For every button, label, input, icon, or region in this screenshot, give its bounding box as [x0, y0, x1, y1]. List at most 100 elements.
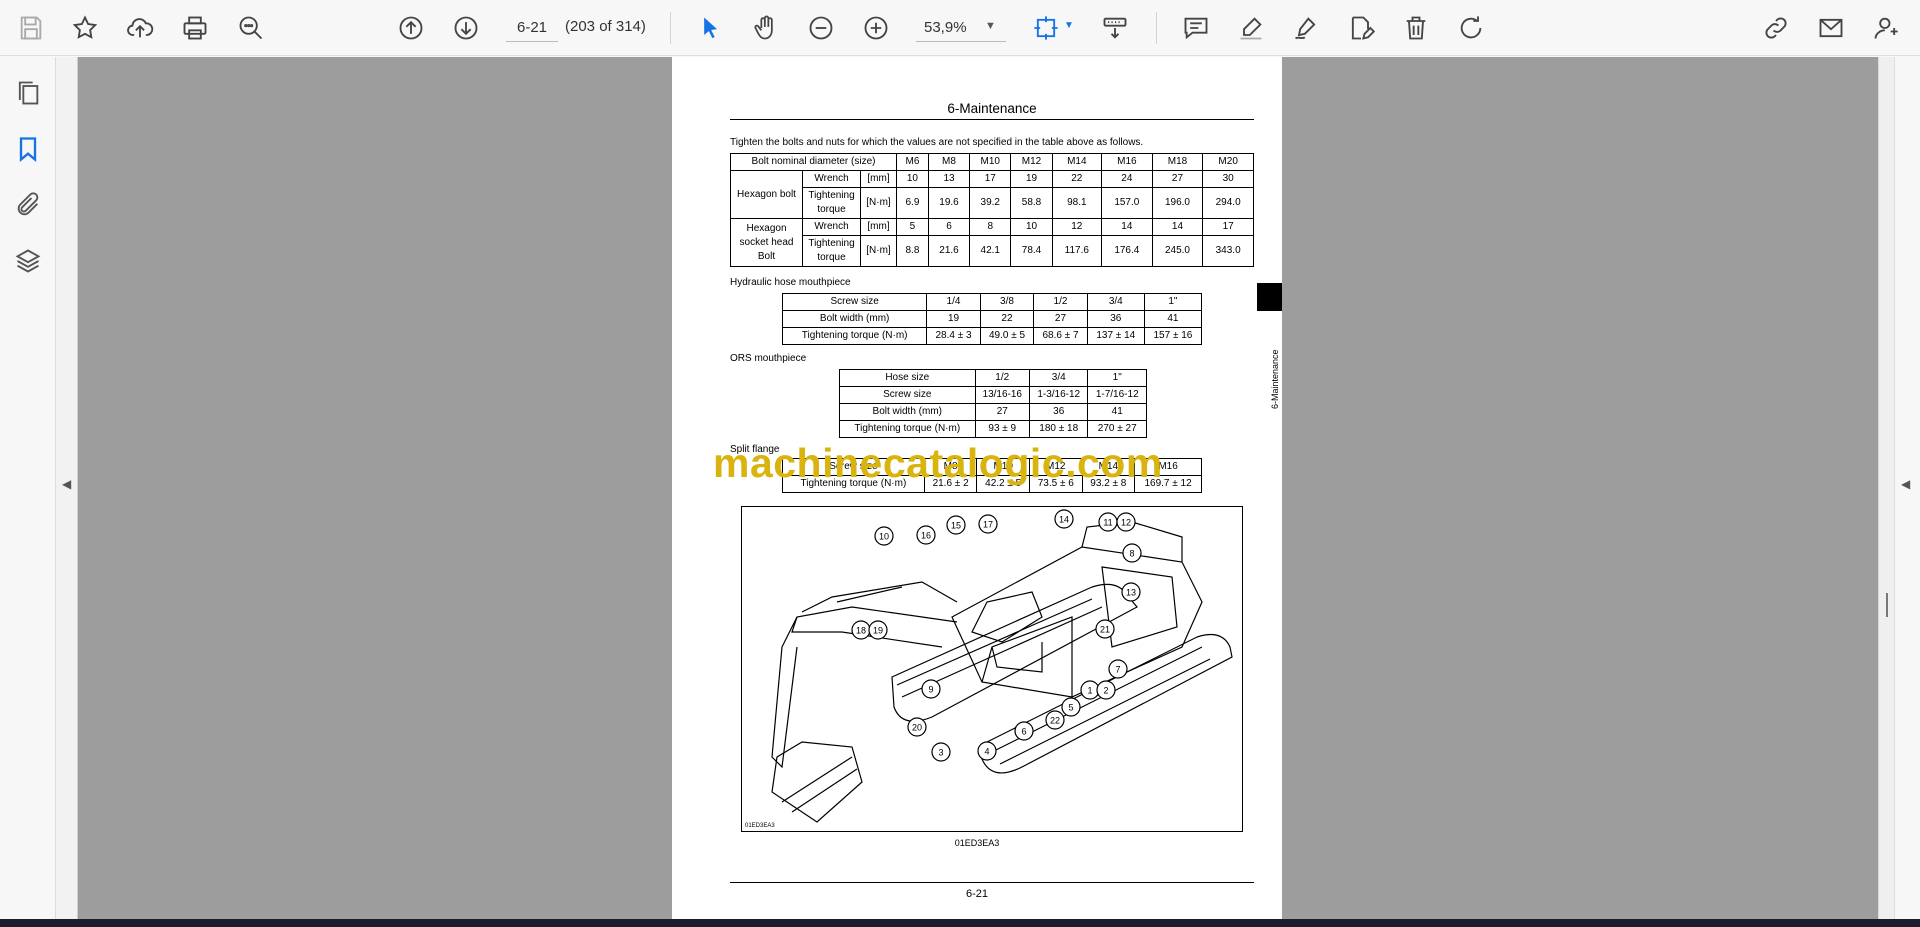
table-cell: 137 ± 14: [1086, 327, 1145, 345]
table-cell: Hexagon bolt: [730, 170, 803, 219]
table-row: Screw size 13/16-16 1-3/16-12 1-7/16-12: [839, 386, 1147, 404]
table-cell: 41: [1143, 310, 1203, 328]
zoom-search-icon[interactable]: [231, 8, 271, 48]
callouts: 10 1615 17 14 11 128132171 252264320918 19: [851, 509, 1142, 762]
table-cell: 13/16-16: [974, 386, 1030, 404]
table-cell: 196.0: [1151, 187, 1204, 219]
highlight-icon[interactable]: [1231, 8, 1271, 48]
callout-15: 15: [946, 515, 966, 535]
callout-label: 7: [1115, 665, 1120, 675]
callout-label: 6: [1021, 727, 1026, 737]
account-icon[interactable]: [1866, 8, 1906, 48]
table-cell: 24: [1101, 170, 1153, 188]
table-cell: Wrench: [802, 170, 861, 188]
left-panel-toggle[interactable]: ◀: [56, 57, 78, 919]
pdf-page: 6-Maintenance Tighten the bolts and nuts…: [672, 57, 1282, 919]
table-cell: 36: [1028, 403, 1089, 421]
zoom-dropdown-icon[interactable]: ▼: [985, 20, 996, 32]
callout-20: 20: [907, 717, 927, 737]
table-cell: [mm]: [860, 170, 897, 188]
page-down-icon[interactable]: [446, 8, 486, 48]
table-cell: 17: [969, 170, 1012, 188]
print-icon[interactable]: [175, 8, 215, 48]
page-number-input[interactable]: [506, 14, 558, 42]
table-cell: 14: [1151, 218, 1204, 236]
callout-label: 21: [1100, 625, 1110, 635]
table-cell: Screw size: [781, 293, 928, 311]
table-cell: 68.6 ± 7: [1033, 327, 1088, 345]
table-cell: 19.6: [927, 187, 971, 219]
scrollbar-thumb[interactable]: [1886, 593, 1888, 617]
callout-10: 10: [874, 526, 894, 546]
delete-icon[interactable]: [1396, 8, 1436, 48]
attachment-icon[interactable]: [8, 185, 48, 225]
callout-22: 22: [1045, 710, 1065, 730]
comment-icon[interactable]: [1176, 8, 1216, 48]
bookmark-icon[interactable]: [8, 129, 48, 169]
table-cell: 157 ± 16: [1143, 327, 1203, 345]
table-cell: M14: [1051, 153, 1103, 171]
page-count: (203 of 314): [565, 18, 646, 35]
chevron-left-icon: ◀: [62, 477, 72, 491]
undo-icon[interactable]: [1451, 8, 1491, 48]
table-row: Tightening torque [N·m] 8.8 21.6 42.1 78…: [731, 235, 1254, 267]
table-cell: Hose size: [839, 369, 976, 387]
pages-icon[interactable]: [8, 73, 48, 113]
zoom-in-icon[interactable]: [856, 8, 896, 48]
chevron-right-icon: ◀: [1901, 477, 1911, 491]
section-title-hydraulic: Hydraulic hose mouthpiece: [730, 277, 851, 288]
table-cell: 8.8: [896, 235, 929, 267]
hydraulic-hose-table: Screw size 1/4 3/8 1/2 3/4 1" Bolt width…: [781, 293, 1203, 345]
table-cell: 39.2: [969, 187, 1012, 219]
edit-pdf-icon[interactable]: [1341, 8, 1381, 48]
upload-icon[interactable]: [120, 8, 160, 48]
table-cell: 28.4 ± 3: [926, 327, 981, 345]
right-panel-toggle[interactable]: ◀: [1894, 57, 1920, 919]
page-up-icon[interactable]: [391, 8, 431, 48]
select-arrow-icon[interactable]: [690, 8, 730, 48]
table-cell: Tightening torque (N·m): [781, 327, 928, 345]
callout-label: 2: [1103, 686, 1108, 696]
save-icon[interactable]: [11, 8, 51, 48]
callout-14: 14: [1054, 509, 1074, 529]
hand-icon[interactable]: [746, 8, 786, 48]
page-header: 6-Maintenance: [730, 101, 1254, 120]
table-cell: 19: [1010, 170, 1053, 188]
table-cell: 1-3/16-12: [1028, 386, 1089, 404]
callout-label: 1: [1087, 686, 1092, 696]
callout-4: 4: [977, 741, 997, 761]
callout-label: 22: [1050, 716, 1060, 726]
callout-8: 8: [1122, 543, 1142, 563]
table-cell: 117.6: [1051, 235, 1103, 267]
fit-dropdown-icon[interactable]: ▼: [1064, 20, 1074, 31]
mail-icon[interactable]: [1811, 8, 1851, 48]
table-cell: 1/2: [1033, 293, 1088, 311]
table-cell: Tightening torque: [802, 235, 861, 267]
table-row: Hose size 1/2 3/4 1": [839, 369, 1147, 387]
table-cell: 78.4: [1010, 235, 1053, 267]
table-cell: M18: [1151, 153, 1204, 171]
layers-icon[interactable]: [8, 241, 48, 281]
table-cell: 14: [1101, 218, 1153, 236]
table-cell: 36: [1086, 310, 1145, 328]
callout-label: 3: [938, 748, 943, 758]
table-row: Tightening torque (N·m) 28.4 ± 3 49.0 ± …: [781, 327, 1203, 345]
zoom-out-icon[interactable]: [801, 8, 841, 48]
table-cell: 22: [1051, 170, 1103, 188]
link-icon[interactable]: [1756, 8, 1796, 48]
table-cell: 12: [1051, 218, 1103, 236]
fit-page-icon[interactable]: [1026, 8, 1066, 48]
table-cell: 27: [974, 403, 1030, 421]
toolbar: (203 of 314) ▼ ▼: [0, 0, 1920, 56]
sign-icon[interactable]: [1286, 8, 1326, 48]
star-icon[interactable]: [65, 8, 105, 48]
left-sidebar: [0, 57, 56, 919]
table-row: Bolt nominal diameter (size) M6 M8 M10 M…: [730, 153, 1254, 171]
callout-16: 16: [916, 525, 936, 545]
tools-icon[interactable]: [1095, 8, 1135, 48]
excavator-figure: 10 16 15 17 14 11 12 8 13 21 7 1 2 5 22 6 4 3 20 9 18 19 01ED…: [741, 506, 1243, 832]
callout-17: 17: [978, 514, 998, 534]
callout-label: 11: [1103, 518, 1112, 528]
vertical-scrollbar[interactable]: [1878, 57, 1894, 919]
table-cell: 98.1: [1051, 187, 1103, 219]
